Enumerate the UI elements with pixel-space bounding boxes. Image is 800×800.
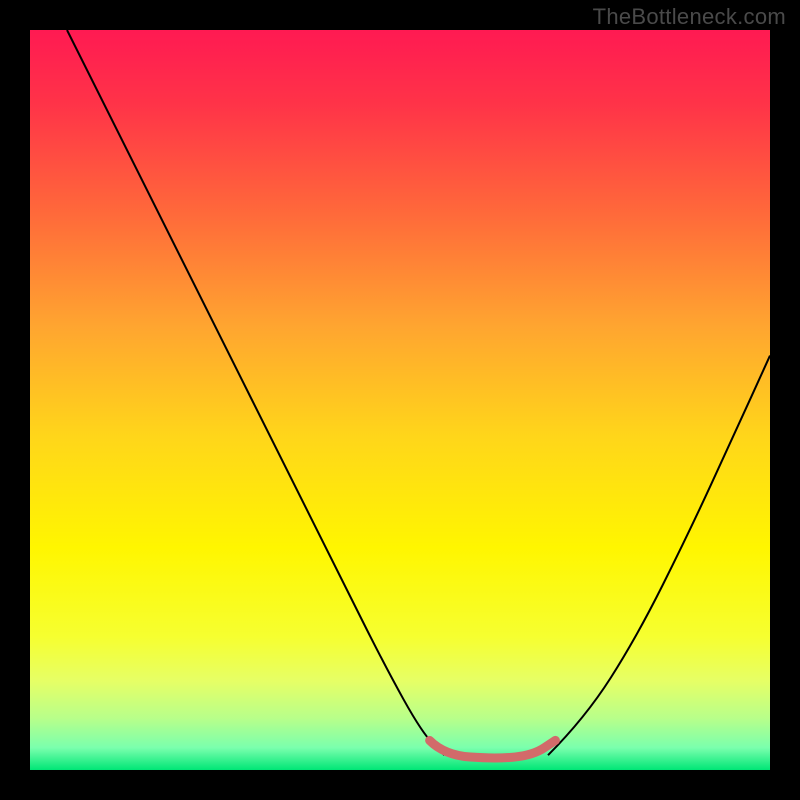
plot-svg [30,30,770,770]
watermark-text: TheBottleneck.com [593,4,786,30]
gradient-panel [30,30,770,770]
chart-container: TheBottleneck.com [0,0,800,800]
bottleneck-curve-plot [30,30,770,770]
